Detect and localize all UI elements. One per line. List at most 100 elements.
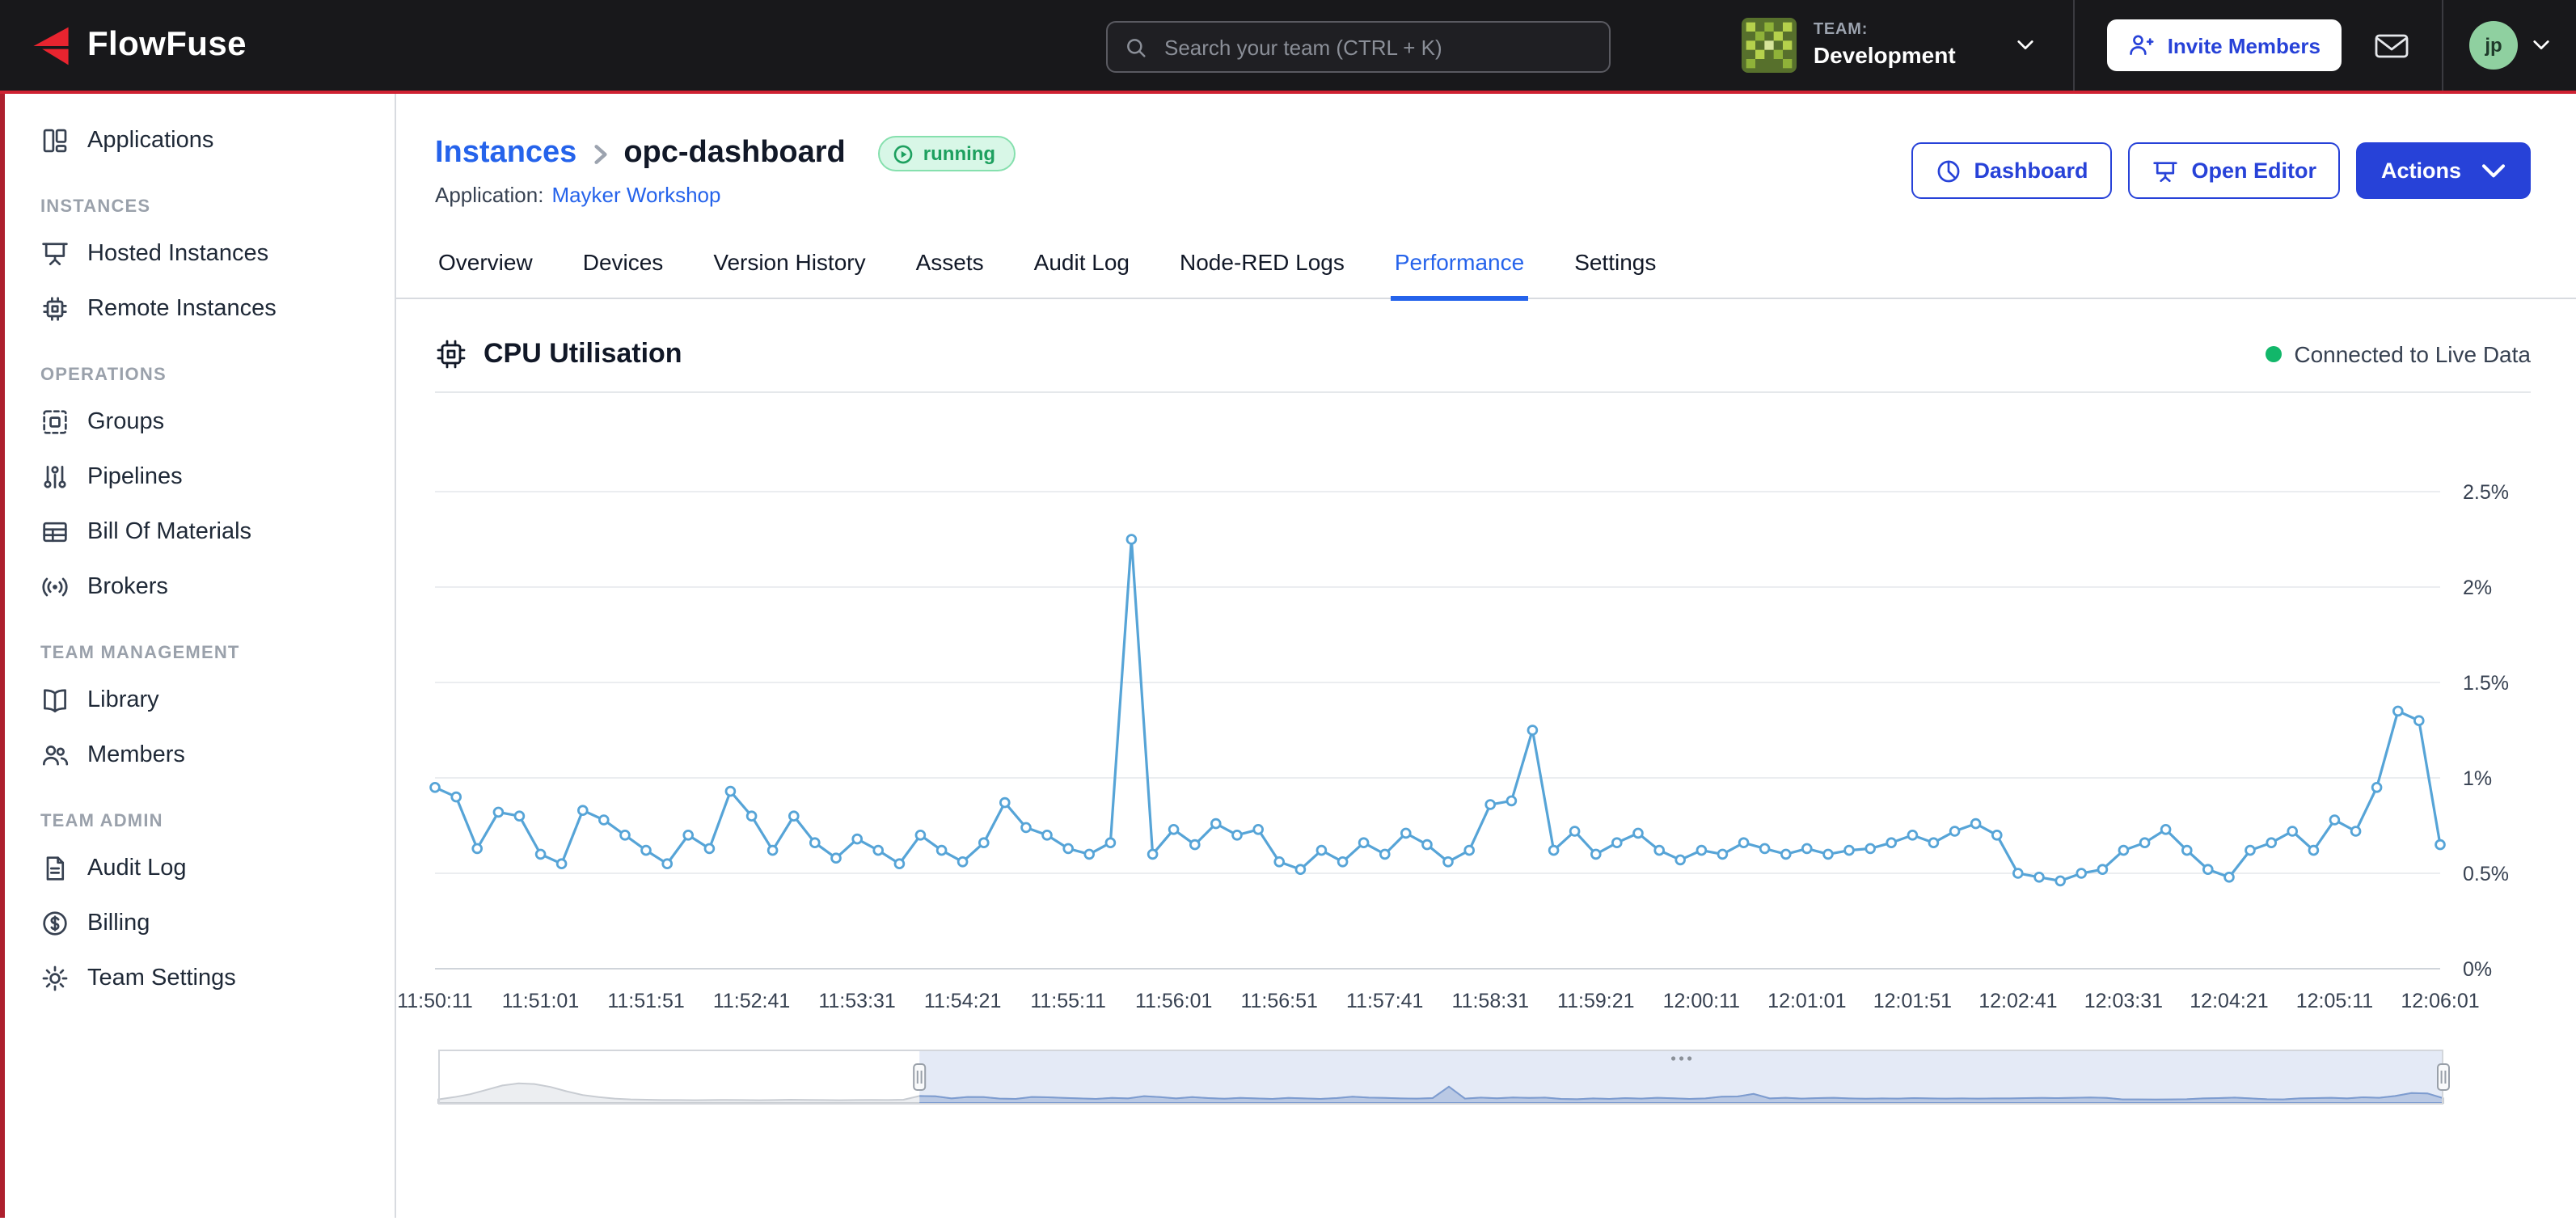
- sidebar-item-hosted-instances[interactable]: Hosted Instances: [0, 226, 395, 281]
- navigator-grip-dots[interactable]: [1679, 1056, 1683, 1060]
- x-axis-label: 12:00:11: [1663, 990, 1740, 1012]
- data-point-marker: [2140, 839, 2149, 847]
- sidebar-item-pipelines[interactable]: Pipelines: [0, 450, 395, 505]
- invite-members-button[interactable]: Invite Members: [2108, 19, 2342, 71]
- chevron-right-icon: [593, 143, 607, 164]
- user-avatar: jp: [2469, 21, 2518, 70]
- data-point-marker: [2035, 872, 2044, 881]
- navigator-grip-dots[interactable]: [1671, 1056, 1675, 1060]
- mail-icon[interactable]: [2374, 30, 2409, 61]
- data-point-marker: [1676, 856, 1685, 864]
- data-point-marker: [1655, 846, 1664, 855]
- page-layout: ApplicationsINSTANCESHosted InstancesRem…: [0, 94, 2576, 1218]
- data-point-marker: [1486, 801, 1495, 809]
- data-point-marker: [2267, 839, 2276, 847]
- data-point-marker: [2288, 827, 2297, 836]
- tab-node-red-logs[interactable]: Node-RED Logs: [1176, 249, 1348, 301]
- audit-log-icon: [40, 854, 70, 883]
- sidebar-item-audit-log[interactable]: Audit Log: [0, 841, 395, 896]
- live-status-label: Connected to Live Data: [2294, 341, 2531, 367]
- sidebar-item-team-settings[interactable]: Team Settings: [0, 951, 395, 1006]
- x-axis-label: 12:05:11: [2296, 990, 2373, 1012]
- application-link[interactable]: Mayker Workshop: [551, 183, 720, 207]
- sidebar-item-applications[interactable]: Applications: [0, 113, 395, 168]
- sidebar-section-header-team-admin: TEAM ADMIN: [0, 783, 395, 841]
- sidebar-item-label: Bill Of Materials: [87, 519, 251, 545]
- data-point-marker: [599, 816, 608, 825]
- navigator-handle-left[interactable]: [914, 1064, 925, 1090]
- sidebar-item-remote-instances[interactable]: Remote Instances: [0, 281, 395, 336]
- data-point-marker: [2309, 846, 2318, 855]
- data-point-marker: [1908, 830, 1917, 839]
- breadcrumb-instances-link[interactable]: Instances: [435, 136, 576, 171]
- live-dot-icon: [2265, 346, 2281, 362]
- sidebar-item-brokers[interactable]: Brokers: [0, 560, 395, 615]
- data-point-marker: [1211, 819, 1220, 828]
- running-status-icon: [893, 143, 914, 164]
- x-axis-label: 12:06:01: [2401, 990, 2479, 1012]
- navigator-handle-right[interactable]: [2438, 1064, 2449, 1090]
- data-point-marker: [1549, 846, 1558, 855]
- breadcrumb: Instances opc-dashboard running: [435, 136, 1015, 171]
- pipelines-icon: [40, 463, 70, 492]
- tab-devices[interactable]: Devices: [580, 249, 667, 301]
- sidebar-item-label: Hosted Instances: [87, 241, 268, 267]
- data-point-marker: [2393, 707, 2402, 716]
- user-menu[interactable]: jp: [2443, 0, 2576, 91]
- sidebar-item-billing[interactable]: Billing: [0, 896, 395, 951]
- search-input[interactable]: [1161, 33, 1593, 61]
- x-axis-label: 11:51:51: [607, 990, 684, 1012]
- navigator-svg[interactable]: [438, 1050, 2443, 1105]
- data-point-marker: [1845, 846, 1854, 855]
- y-axis-label: 0%: [2463, 958, 2492, 981]
- sidebar-item-label: Audit Log: [87, 856, 187, 881]
- dashboard-button[interactable]: Dashboard: [1911, 142, 2112, 199]
- chevron-down-icon: [2481, 158, 2506, 184]
- tab-settings[interactable]: Settings: [1571, 249, 1659, 301]
- sidebar-item-groups[interactable]: Groups: [0, 395, 395, 450]
- navigator-grip-dots[interactable]: [1687, 1056, 1691, 1060]
- dashboard-icon: [1935, 158, 1961, 184]
- data-point-marker: [1359, 839, 1368, 847]
- data-point-marker: [1338, 857, 1347, 866]
- actions-button[interactable]: Actions: [2357, 142, 2531, 199]
- flowfuse-logo[interactable]: FlowFuse: [29, 23, 247, 67]
- data-point-marker: [2246, 846, 2255, 855]
- sidebar-item-bill-of-materials[interactable]: Bill Of Materials: [0, 505, 395, 560]
- data-point-marker: [684, 830, 693, 839]
- tab-performance[interactable]: Performance: [1391, 249, 1527, 301]
- sidebar-item-members[interactable]: Members: [0, 728, 395, 783]
- team-avatar: [1742, 18, 1797, 73]
- tab-overview[interactable]: Overview: [435, 249, 536, 301]
- status-badge-label: running: [923, 142, 995, 165]
- data-point-marker: [1866, 844, 1875, 853]
- data-point-marker: [1971, 819, 1980, 828]
- data-point-marker: [1275, 857, 1284, 866]
- data-point-marker: [663, 860, 672, 868]
- data-point-marker: [1022, 823, 1031, 832]
- invite-members-label: Invite Members: [2168, 33, 2321, 57]
- data-point-marker: [1887, 839, 1896, 847]
- data-point-marker: [536, 850, 545, 859]
- team-selector[interactable]: TEAM: Development: [1720, 0, 2074, 91]
- team-search[interactable]: [1106, 21, 1611, 73]
- navbar-divider: [2074, 0, 2076, 91]
- sidebar-item-label: Members: [87, 742, 185, 768]
- tab-assets[interactable]: Assets: [913, 249, 987, 301]
- tab-audit-log[interactable]: Audit Log: [1031, 249, 1133, 301]
- app-root: FlowFuse TEAM:: [0, 0, 2576, 1221]
- sidebar-item-label: Pipelines: [87, 464, 183, 490]
- data-point-marker: [1190, 840, 1199, 849]
- data-point-marker: [1591, 850, 1600, 859]
- sidebar-item-library[interactable]: Library: [0, 673, 395, 728]
- tab-version-history[interactable]: Version History: [710, 249, 868, 301]
- data-point-marker: [1423, 840, 1432, 849]
- open-editor-button[interactable]: Open Editor: [2128, 142, 2341, 199]
- cpu-chart-svg: 0%0.5%1%1.5%2%2.5%11:50:1111:51:0111:51:…: [435, 406, 2531, 1030]
- chevron-down-icon: [2017, 39, 2035, 52]
- team-name: Development: [1814, 41, 1956, 70]
- data-point-marker: [705, 844, 714, 853]
- breadcrumb-current: opc-dashboard: [623, 136, 845, 171]
- sidebar: ApplicationsINSTANCESHosted InstancesRem…: [0, 94, 396, 1218]
- y-axis-label: 1%: [2463, 767, 2492, 790]
